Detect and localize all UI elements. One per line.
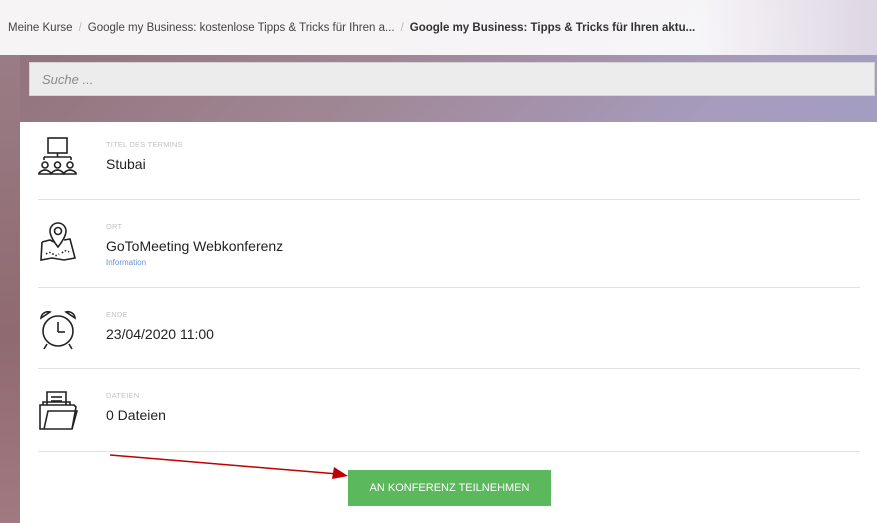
event-location-value: GoToMeeting Webkonferenz: [106, 238, 284, 254]
presentation-audience-icon: [38, 136, 78, 178]
breadcrumb-separator: /: [400, 21, 404, 34]
breadcrumb-my-courses[interactable]: Meine Kurse: [8, 22, 73, 34]
breadcrumb-separator: /: [78, 21, 82, 34]
event-end-value: 23/04/2020 11:00: [106, 326, 214, 342]
event-title-label: TITEL DES TERMINS: [106, 140, 183, 149]
document-folder-icon: [38, 389, 78, 433]
event-end-row: ENDE 23/04/2020 11:00: [38, 288, 860, 369]
breadcrumb-course[interactable]: Google my Business: kostenlose Tipps & T…: [88, 22, 395, 34]
breadcrumb-current: Google my Business: Tipps & Tricks für I…: [409, 21, 696, 34]
map-pin-icon: [38, 220, 78, 262]
background-decoration: [0, 55, 20, 523]
search-bar: [29, 62, 875, 96]
annotation-arrow: [110, 454, 348, 479]
search-input[interactable]: [40, 70, 874, 88]
alarm-clock-icon: [38, 308, 78, 352]
event-end-label: ENDE: [106, 310, 128, 319]
breadcrumb: Meine Kurse / Google my Business: kosten…: [0, 0, 877, 55]
location-information-link[interactable]: Information: [106, 258, 283, 267]
event-location-row: ORT GoToMeeting Webkonferenz Information: [38, 200, 860, 288]
event-files-row: DATEIEN 0 Dateien: [38, 369, 860, 452]
join-conference-button[interactable]: AN KONFERENZ TEILNEHMEN: [348, 470, 551, 506]
event-location-label: ORT: [106, 222, 123, 231]
event-title-row: TITEL DES TERMINS Stubai: [38, 122, 860, 200]
event-files-label: DATEIEN: [106, 391, 140, 400]
event-title-value: Stubai: [106, 156, 146, 172]
event-files-value: 0 Dateien: [106, 407, 166, 423]
